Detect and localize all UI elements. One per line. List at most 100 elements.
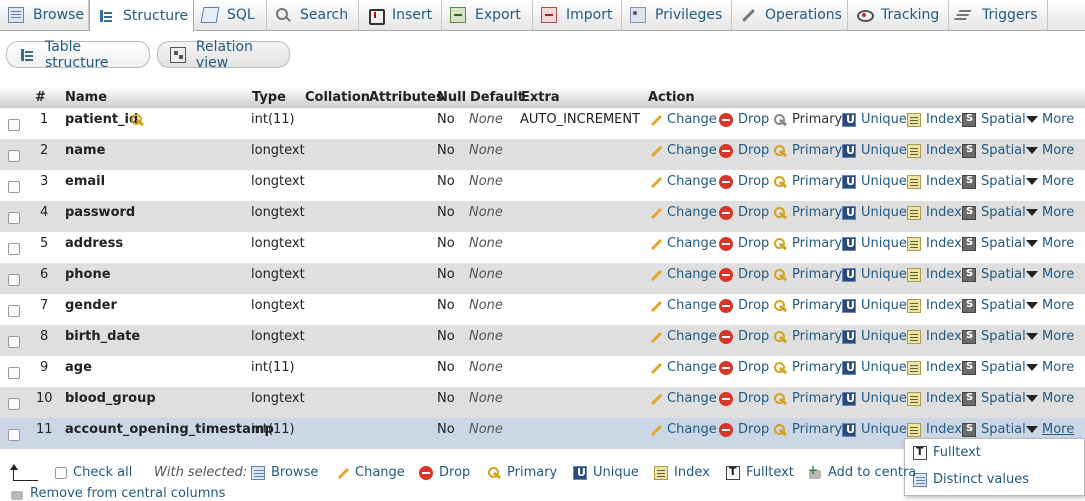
- unique-action[interactable]: Unique: [842, 422, 907, 437]
- tab-tracking[interactable]: Tracking: [848, 0, 949, 30]
- bulk-unique-button[interactable]: Unique: [573, 465, 639, 480]
- primary-action[interactable]: Primary: [773, 391, 842, 406]
- change-action[interactable]: Change: [648, 422, 717, 437]
- drop-action[interactable]: Drop: [719, 112, 769, 127]
- more-action[interactable]: More: [1026, 422, 1074, 437]
- spatial-action[interactable]: Spatial: [962, 329, 1026, 344]
- bulk-fulltext-button[interactable]: Fulltext: [726, 465, 794, 480]
- bulk-drop-button[interactable]: Drop: [419, 465, 470, 480]
- change-action[interactable]: Change: [648, 267, 717, 282]
- spatial-action[interactable]: Spatial: [962, 360, 1026, 375]
- spatial-action[interactable]: Spatial: [962, 143, 1026, 158]
- field-name[interactable]: gender: [65, 298, 117, 313]
- field-name[interactable]: password: [65, 205, 135, 220]
- tab-import[interactable]: Import: [533, 0, 622, 30]
- row-checkbox[interactable]: [8, 429, 20, 441]
- spatial-action[interactable]: Spatial: [962, 267, 1026, 282]
- index-action[interactable]: Index: [907, 112, 962, 127]
- more-action[interactable]: More: [1026, 112, 1074, 127]
- change-action[interactable]: Change: [648, 174, 717, 189]
- relation-view-button[interactable]: Relation view: [157, 39, 290, 71]
- spatial-action[interactable]: Spatial: [962, 422, 1026, 437]
- row-checkbox[interactable]: [8, 181, 20, 193]
- primary-action[interactable]: Primary: [773, 236, 842, 251]
- more-action[interactable]: More: [1026, 143, 1074, 158]
- unique-action[interactable]: Unique: [842, 267, 907, 282]
- change-action[interactable]: Change: [648, 391, 717, 406]
- change-action[interactable]: Change: [648, 112, 717, 127]
- tab-export[interactable]: Export: [442, 0, 533, 30]
- field-name[interactable]: birth_date: [65, 329, 140, 344]
- primary-action[interactable]: Primary: [773, 267, 842, 282]
- index-action[interactable]: Index: [907, 267, 962, 282]
- row-checkbox[interactable]: [8, 274, 20, 286]
- index-action[interactable]: Index: [907, 205, 962, 220]
- index-action[interactable]: Index: [907, 298, 962, 313]
- more-action[interactable]: More: [1026, 236, 1074, 251]
- drop-action[interactable]: Drop: [719, 236, 769, 251]
- field-name[interactable]: email: [65, 174, 105, 189]
- spatial-action[interactable]: Spatial: [962, 391, 1026, 406]
- field-name[interactable]: age: [65, 360, 92, 375]
- spatial-action[interactable]: Spatial: [962, 174, 1026, 189]
- drop-action[interactable]: Drop: [719, 143, 769, 158]
- tab-browse[interactable]: Browse: [0, 0, 89, 30]
- primary-action[interactable]: Primary: [773, 143, 842, 158]
- index-action[interactable]: Index: [907, 360, 962, 375]
- field-name[interactable]: name: [65, 143, 105, 158]
- unique-action[interactable]: Unique: [842, 174, 907, 189]
- spatial-action[interactable]: Spatial: [962, 236, 1026, 251]
- change-action[interactable]: Change: [648, 329, 717, 344]
- change-action[interactable]: Change: [648, 205, 717, 220]
- index-action[interactable]: Index: [907, 174, 962, 189]
- drop-action[interactable]: Drop: [719, 329, 769, 344]
- drop-action[interactable]: Drop: [719, 267, 769, 282]
- field-name[interactable]: address: [65, 236, 123, 251]
- drop-action[interactable]: Drop: [719, 360, 769, 375]
- bulk-primary-button[interactable]: Primary: [487, 465, 557, 480]
- drop-action[interactable]: Drop: [719, 174, 769, 189]
- change-action[interactable]: Change: [648, 360, 717, 375]
- more-action[interactable]: More: [1026, 360, 1074, 375]
- unique-action[interactable]: Unique: [842, 391, 907, 406]
- spatial-action[interactable]: Spatial: [962, 205, 1026, 220]
- unique-action[interactable]: Unique: [842, 360, 907, 375]
- row-checkbox[interactable]: [8, 336, 20, 348]
- more-action[interactable]: More: [1026, 391, 1074, 406]
- more-action[interactable]: More: [1026, 174, 1074, 189]
- index-action[interactable]: Index: [907, 143, 962, 158]
- row-checkbox[interactable]: [8, 243, 20, 255]
- primary-action[interactable]: Primary: [773, 298, 842, 313]
- change-action[interactable]: Change: [648, 298, 717, 313]
- more-action[interactable]: More: [1026, 205, 1074, 220]
- field-name[interactable]: patient_id: [65, 112, 138, 127]
- check-all-label[interactable]: Check all: [73, 465, 132, 480]
- primary-action[interactable]: Primary: [773, 112, 842, 127]
- primary-action[interactable]: Primary: [773, 360, 842, 375]
- tab-insert[interactable]: Insert: [359, 0, 442, 30]
- row-checkbox[interactable]: [8, 305, 20, 317]
- unique-action[interactable]: Unique: [842, 112, 907, 127]
- remove-from-central-button[interactable]: Remove from central columns: [10, 486, 225, 501]
- add-to-central-button[interactable]: Add to centra: [808, 463, 916, 481]
- primary-action[interactable]: Primary: [773, 205, 842, 220]
- index-action[interactable]: Index: [907, 329, 962, 344]
- tab-structure[interactable]: Structure: [89, 0, 194, 31]
- primary-action[interactable]: Primary: [773, 329, 842, 344]
- more-action[interactable]: More: [1026, 267, 1074, 282]
- more-action[interactable]: More: [1026, 329, 1074, 344]
- unique-action[interactable]: Unique: [842, 143, 907, 158]
- row-checkbox[interactable]: [8, 367, 20, 379]
- more-action[interactable]: More: [1026, 298, 1074, 313]
- row-checkbox[interactable]: [8, 398, 20, 410]
- index-action[interactable]: Index: [907, 422, 962, 437]
- unique-action[interactable]: Unique: [842, 236, 907, 251]
- row-checkbox[interactable]: [8, 150, 20, 162]
- tab-operations[interactable]: Operations: [732, 0, 848, 30]
- drop-action[interactable]: Drop: [719, 298, 769, 313]
- unique-action[interactable]: Unique: [842, 205, 907, 220]
- field-name[interactable]: blood_group: [65, 391, 156, 406]
- primary-action[interactable]: Primary: [773, 174, 842, 189]
- tab-triggers[interactable]: Triggers: [949, 0, 1048, 30]
- row-checkbox[interactable]: [8, 119, 20, 131]
